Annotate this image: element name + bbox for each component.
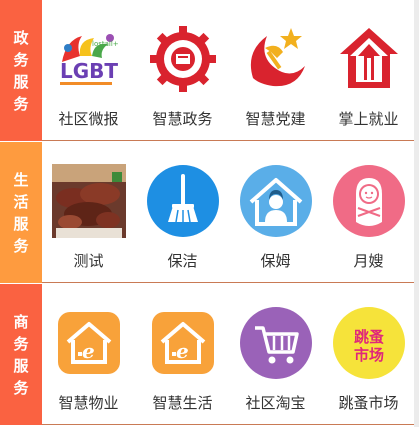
- section-government-services: 政务服务 lostall+ LGBT 社区微报 智慧政务 智慧党建 掌上就业: [0, 0, 419, 141]
- tile-label: 社区淘宝: [245, 394, 306, 412]
- tile-community-taobao[interactable]: 社区淘宝: [229, 284, 322, 425]
- section-business-services: 商务服务 e 智慧物业 e 智慧生活 社区淘宝 跳蚤 市场 跳蚤市场: [0, 284, 419, 425]
- section-title: 政务服务: [13, 28, 29, 113]
- section-divider: [42, 424, 419, 425]
- tile-maternity-nurse[interactable]: 月嫂: [322, 142, 415, 283]
- tile-label: 保洁: [167, 252, 198, 270]
- tile-test[interactable]: 测试: [42, 142, 135, 283]
- tile-label: 智慧党建: [245, 110, 306, 128]
- tile-label: 月嫂: [353, 252, 384, 270]
- tile-label: 保姆: [260, 252, 291, 270]
- tile-label: 掌上就业: [338, 110, 399, 128]
- house-arrow-icon: [339, 28, 398, 88]
- section-life-services: 生活服务 测试 保洁 保姆 月嫂: [0, 142, 419, 283]
- food-photo-icon: [51, 164, 126, 238]
- smart-house-icon: e: [57, 312, 120, 374]
- tile-community-report[interactable]: lostall+ LGBT 社区微报: [42, 0, 135, 141]
- scrollbar-track[interactable]: [414, 0, 419, 427]
- tile-smart-life[interactable]: e 智慧生活: [136, 284, 229, 425]
- flea-market-icon: 跳蚤 市场: [332, 307, 405, 379]
- svg-text:市场: 市场: [353, 346, 383, 364]
- section-title: 商务服务: [13, 312, 29, 397]
- tile-flea-market[interactable]: 跳蚤 市场 跳蚤市场: [322, 284, 415, 425]
- section-divider: [42, 282, 419, 283]
- section-tab-business-services[interactable]: 商务服务: [0, 284, 42, 425]
- tile-smart-party[interactable]: 智慧党建: [229, 0, 322, 141]
- shopping-cart-icon: [239, 307, 312, 379]
- lgbt-logo-icon: lostall+ LGBT: [59, 34, 119, 85]
- tile-label: 社区微报: [58, 110, 119, 128]
- tile-smart-property[interactable]: e 智慧物业: [42, 284, 135, 425]
- section-tab-government-services[interactable]: 政务服务: [0, 0, 42, 141]
- section-divider: [42, 140, 419, 141]
- tile-label: 智慧物业: [58, 394, 119, 412]
- tile-smart-government[interactable]: 智慧政务: [136, 0, 229, 141]
- smart-house-icon: e: [151, 312, 214, 374]
- tile-cleaning[interactable]: 保洁: [136, 142, 229, 283]
- svg-text:LGBT: LGBT: [60, 59, 118, 83]
- section-title: 生活服务: [13, 170, 29, 255]
- baby-icon: [332, 165, 405, 237]
- tile-mobile-employment[interactable]: 掌上就业: [322, 0, 415, 141]
- tile-label: 智慧生活: [152, 394, 213, 412]
- party-emblem-icon: [250, 28, 305, 87]
- broom-icon: [146, 165, 219, 237]
- svg-text:跳蚤: 跳蚤: [353, 328, 383, 346]
- svg-text:lostall+: lostall+: [92, 40, 119, 48]
- tile-label: 智慧政务: [152, 110, 213, 128]
- tile-label: 跳蚤市场: [338, 394, 399, 412]
- svg-text:e: e: [82, 339, 95, 363]
- gear-seal-icon: [149, 26, 216, 92]
- section-tab-life-services[interactable]: 生活服务: [0, 142, 42, 283]
- tile-label: 测试: [73, 252, 104, 270]
- tile-nanny[interactable]: 保姆: [229, 142, 322, 283]
- svg-text:e: e: [176, 339, 189, 363]
- nanny-icon: [239, 165, 312, 237]
